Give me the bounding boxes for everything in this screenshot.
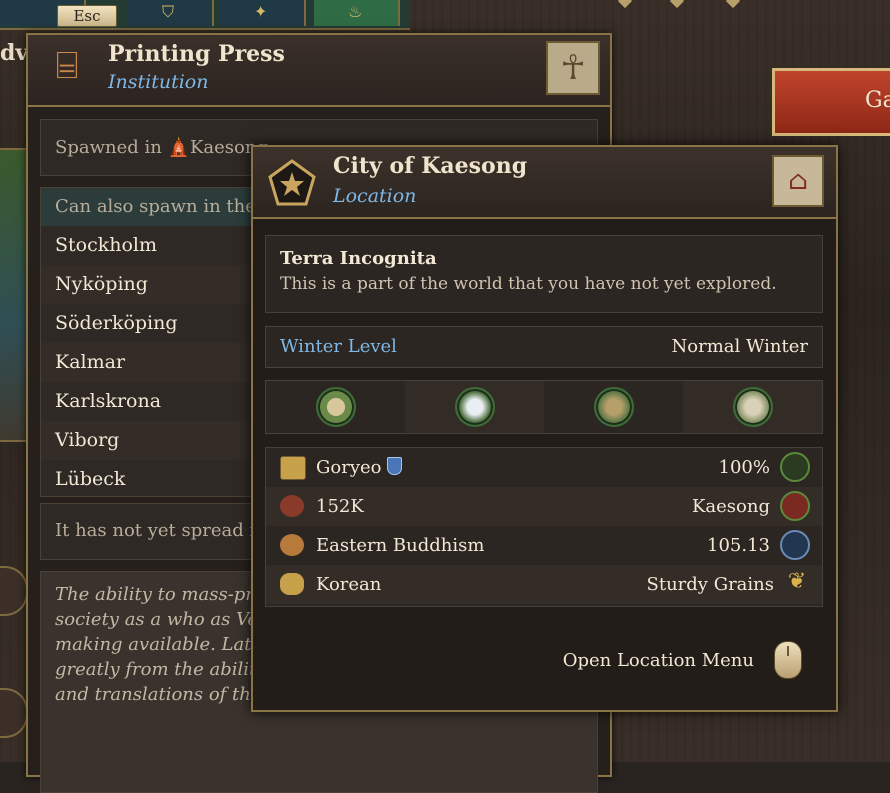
grassland-icon[interactable] (593, 387, 634, 427)
control-value: 100% (718, 457, 770, 478)
stat-row-culture[interactable]: Korean Sturdy Grains ❦ (266, 565, 822, 604)
red-banner-button[interactable]: Ga (772, 68, 890, 136)
development-value: 105.13 (707, 535, 770, 556)
raw-good-name[interactable]: Sturdy Grains (647, 574, 774, 595)
banner-label: Ga (865, 88, 890, 113)
flatland-icon[interactable] (315, 387, 356, 427)
stat-row-religion[interactable]: Eastern Buddhism 105.13 (266, 526, 822, 565)
winter-value: Normal Winter (671, 336, 809, 357)
terra-description: This is a part of the world that you hav… (280, 274, 777, 294)
esc-key-hint[interactable]: Esc (57, 5, 117, 27)
location-icon[interactable]: ⌂ (772, 155, 824, 207)
top-toolbar: ⛉ ✦ ♨ Esc (0, 0, 410, 30)
printing-press-icon: ⌸ (55, 43, 79, 87)
toolbar-slot[interactable]: ⛉ (128, 0, 214, 26)
bell-icon: ♨ (348, 2, 363, 21)
toolbar-slot[interactable]: ♨ (314, 0, 400, 26)
panel-title: Printing Press (108, 41, 285, 67)
city-header: City of Kaesong Location ⌂ (253, 147, 836, 219)
star-badge-icon (268, 159, 316, 206)
panel-subtitle[interactable]: Institution (108, 71, 208, 93)
left-scenery-image (0, 148, 28, 442)
vitruvian-icon[interactable]: ☥ (546, 41, 600, 95)
building-icon[interactable] (780, 530, 810, 560)
city-location-panel: City of Kaesong Location ⌂ Terra Incogni… (251, 145, 838, 712)
not-spread-text: It has not yet spread int (55, 520, 275, 541)
printing-press-header: ⌸ Printing Press Institution ☥ (28, 35, 610, 107)
terra-incognita-box: Terra Incognita This is a part of the wo… (265, 235, 823, 313)
compass-icon: ✦ (254, 2, 268, 21)
city-title: City of Kaesong (333, 153, 528, 179)
key-icon[interactable] (780, 452, 810, 482)
population-icon (280, 495, 304, 517)
open-location-menu-hint[interactable]: Open Location Menu (563, 650, 754, 671)
market-name[interactable]: Kaesong (692, 496, 770, 517)
owner-name[interactable]: Goryeo (316, 457, 403, 478)
ornament-gem (725, 0, 741, 9)
culture-name[interactable]: Korean (316, 574, 381, 595)
left-edge-text: dv (0, 40, 29, 66)
winter-level-row: Winter Level Normal Winter (265, 326, 823, 368)
spawned-text[interactable]: Spawned in 🛕Kaesong (55, 137, 268, 158)
flag-icon (280, 456, 306, 480)
top-right-ornament (600, 0, 760, 9)
religion-icon (280, 534, 304, 556)
terra-title: Terra Incognita (280, 248, 437, 269)
winter-label[interactable]: Winter Level (280, 336, 397, 357)
grain-icon[interactable]: ❦ (784, 569, 810, 595)
city-subtitle[interactable]: Location (333, 185, 416, 207)
toolbar-slot[interactable]: ✦ (220, 0, 306, 26)
location-stats: Goryeo 100% 152K Kaesong Eastern Buddhis… (265, 447, 823, 607)
market-icon[interactable] (780, 491, 810, 521)
emblem-icon: ⛉ (162, 2, 175, 21)
ornament-gem (617, 0, 633, 9)
ornament-gem (669, 0, 685, 9)
population-value: 152K (316, 496, 364, 517)
shield-icon (387, 457, 403, 475)
mouse-click-icon (774, 641, 802, 679)
stone-icon[interactable] (732, 387, 773, 427)
stat-row-population[interactable]: 152K Kaesong (266, 487, 822, 526)
stat-row-owner[interactable]: Goryeo 100% (266, 448, 822, 487)
culture-icon (280, 573, 304, 595)
winter-climate-icon[interactable] (454, 387, 495, 427)
terrain-icons-row (265, 380, 823, 434)
religion-name[interactable]: Eastern Buddhism (316, 535, 484, 556)
